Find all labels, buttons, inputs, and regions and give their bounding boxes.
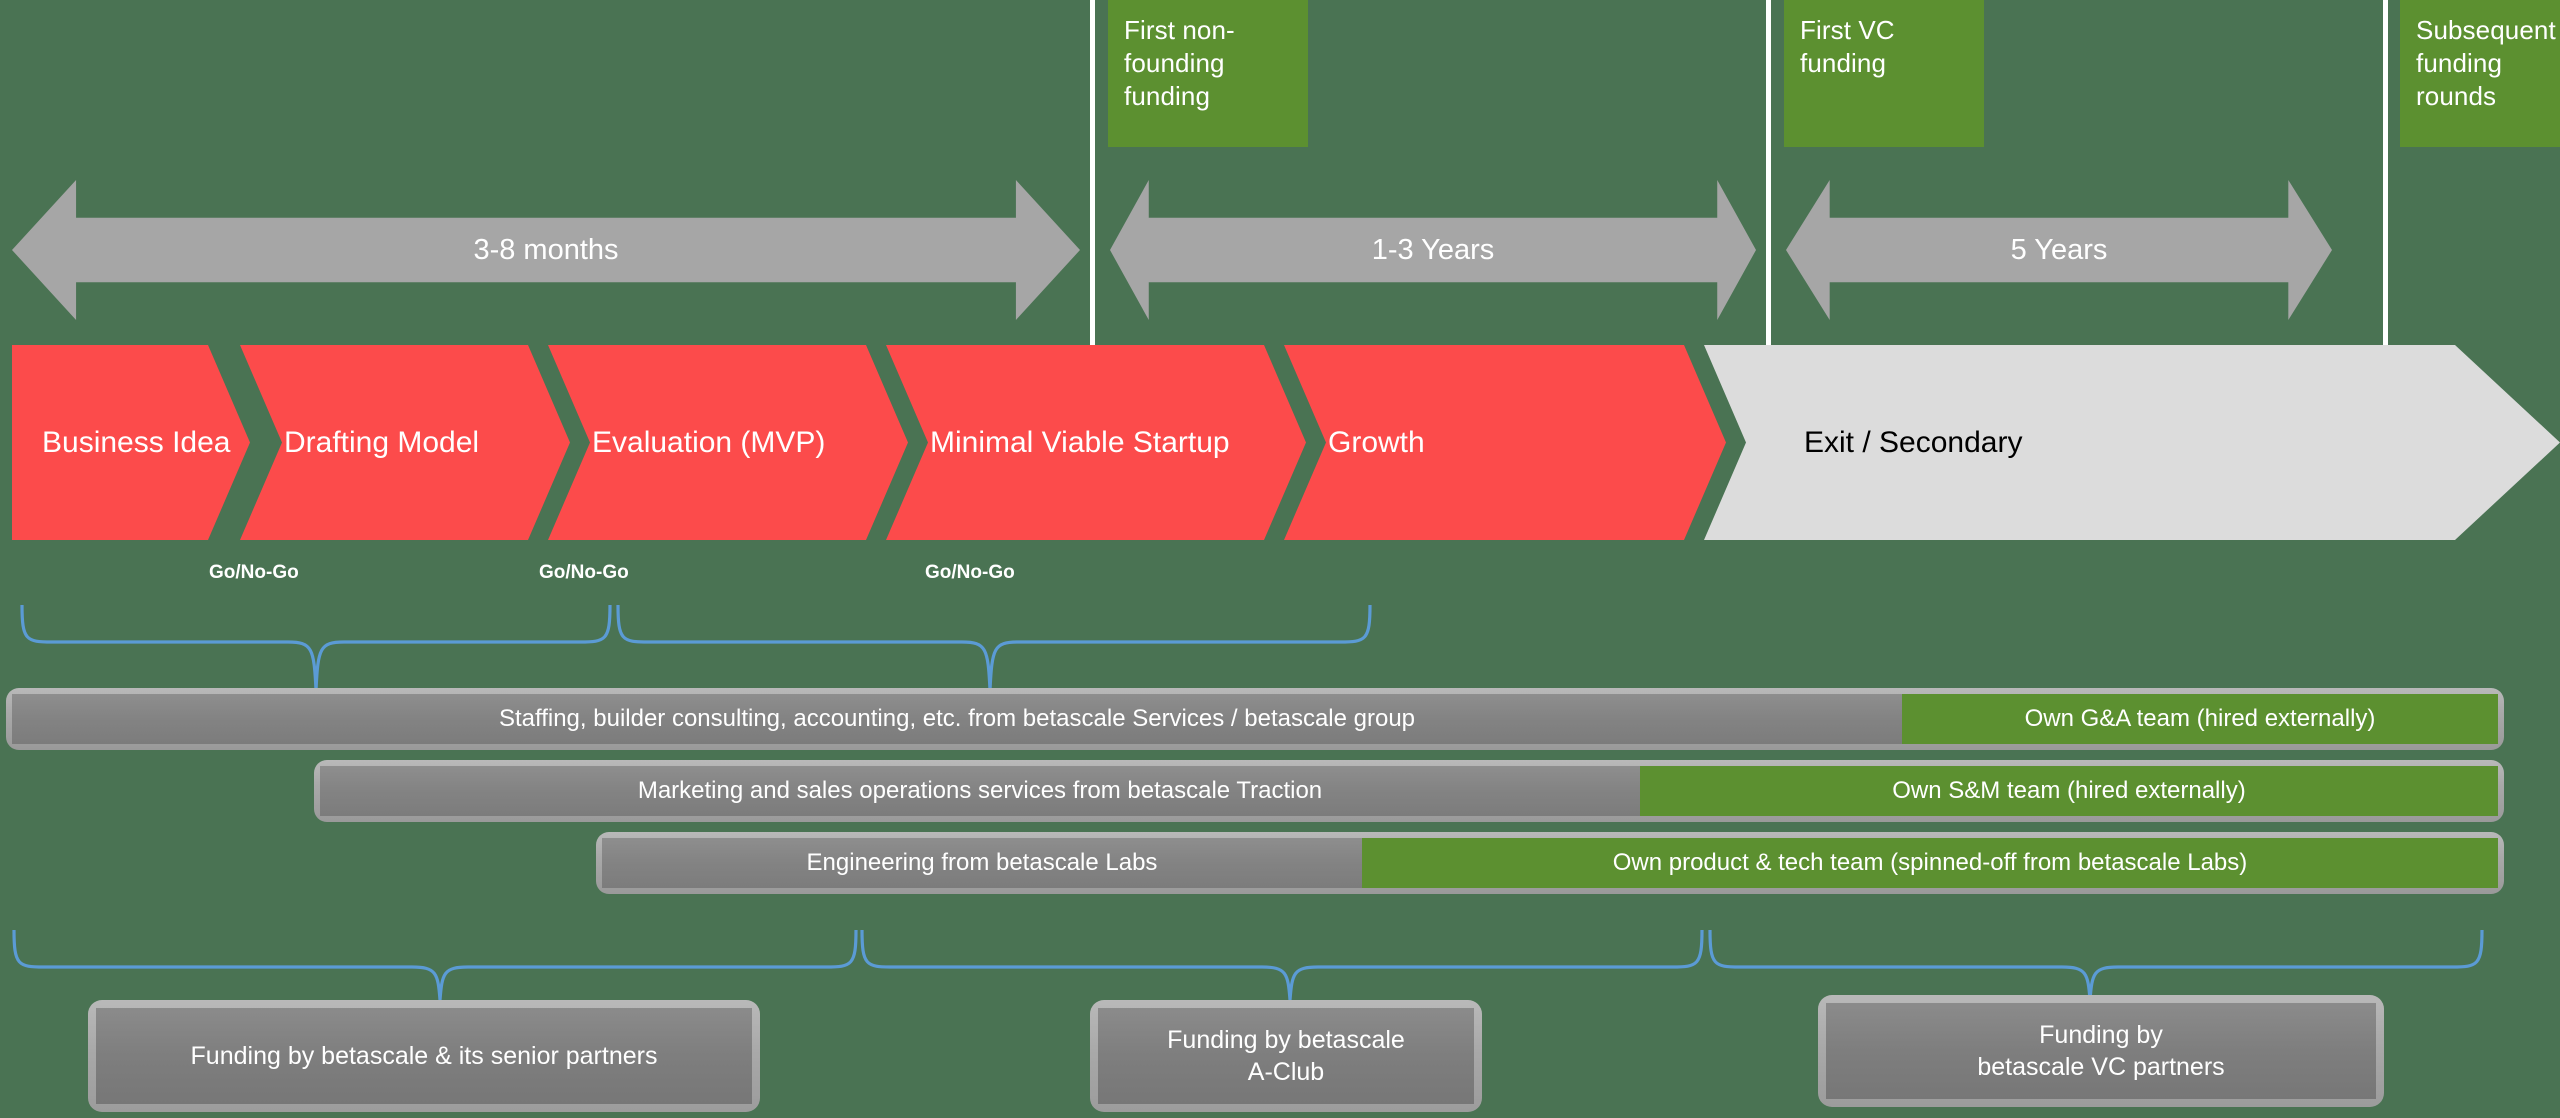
phase-separator-1 <box>1090 0 1095 350</box>
brace-lower-2 <box>860 929 1704 1001</box>
gate-text: Go/No-Go <box>539 562 629 583</box>
service-provided-ga[interactable]: Staffing, builder consulting, accounting… <box>12 694 1902 744</box>
gate-label-2: Go/No-Go <box>539 562 629 584</box>
funding-box-label: Funding by betascale VC partners <box>1977 1021 2225 1081</box>
duration-arrow-3: 5 Years <box>1786 180 2332 320</box>
funding-box-label: Funding by betascale A-Club <box>1167 1026 1405 1086</box>
funding-box-inner: Funding by betascale & its senior partne… <box>96 1008 752 1104</box>
brace-lower-1 <box>12 929 858 1001</box>
service-row-ga: Staffing, builder consulting, accounting… <box>6 688 2504 750</box>
brace-upper-2 <box>616 604 1372 691</box>
funding-box-inner: Funding by betascale VC partners <box>1826 1003 2376 1099</box>
stage-label: Business Idea <box>42 425 231 459</box>
stage-label: Exit / Secondary <box>1804 425 2023 459</box>
brace-lower-3 <box>1708 929 2484 1001</box>
duration-label: 5 Years <box>2010 233 2108 266</box>
service-own-label: Own G&A team (hired externally) <box>2024 705 2376 732</box>
stage-label: Evaluation (MVP) <box>592 425 826 459</box>
service-own-ga[interactable]: Own G&A team (hired externally) <box>1902 694 2498 744</box>
funding-box-label: Funding by betascale & its senior partne… <box>190 1042 658 1070</box>
milestone-first-non-founding-funding: First non-founding funding <box>1108 0 1308 147</box>
stage-minimal-viable-startup[interactable]: Minimal Viable Startup <box>886 345 1306 540</box>
stage-label: Minimal Viable Startup <box>930 425 1230 459</box>
service-provided-label: Marketing and sales operations services … <box>637 777 1323 804</box>
service-provided-tech[interactable]: Engineering from betascale Labs <box>602 838 1362 888</box>
milestone-first-vc-funding: First VC funding <box>1784 0 1984 147</box>
stage-label: Growth <box>1328 425 1425 459</box>
service-provided-label: Staffing, builder consulting, accounting… <box>498 705 1416 732</box>
gate-text: Go/No-Go <box>925 562 1015 583</box>
service-row-tech: Engineering from betascale Labs Own prod… <box>596 832 2504 894</box>
service-own-tech[interactable]: Own product & tech team (spinned-off fro… <box>1362 838 2498 888</box>
phase-separator-2 <box>1766 0 1771 350</box>
milestone-subsequent-funding-rounds: Subsequent funding rounds <box>2400 0 2560 147</box>
stage-label: Drafting Model <box>284 425 480 459</box>
brace-upper-1 <box>20 604 612 691</box>
phase-separator-3 <box>2383 0 2388 350</box>
funding-box-a-club[interactable]: Funding by betascale A-Club <box>1090 1000 1482 1112</box>
funding-box-senior-partners[interactable]: Funding by betascale & its senior partne… <box>88 1000 760 1112</box>
service-own-label: Own product & tech team (spinned-off fro… <box>1612 849 2248 876</box>
stage-exit-secondary[interactable]: Exit / Secondary <box>1704 345 2560 540</box>
stage-drafting-model[interactable]: Drafting Model <box>240 345 570 540</box>
diagram-canvas: First non-founding funding First VC fund… <box>0 0 2560 1118</box>
gate-label-1: Go/No-Go <box>209 562 299 584</box>
duration-arrow-2: 1-3 Years <box>1110 180 1756 320</box>
stage-evaluation-mvp[interactable]: Evaluation (MVP) <box>548 345 908 540</box>
duration-label: 3-8 months <box>473 233 619 266</box>
duration-arrow-1: 3-8 months <box>12 180 1080 320</box>
funding-box-inner: Funding by betascale A-Club <box>1098 1008 1474 1104</box>
funding-box-vc-partners[interactable]: Funding by betascale VC partners <box>1818 995 2384 1107</box>
service-own-sm[interactable]: Own S&M team (hired externally) <box>1640 766 2498 816</box>
service-row-sm: Marketing and sales operations services … <box>314 760 2504 822</box>
gate-text: Go/No-Go <box>209 562 299 583</box>
stage-business-idea[interactable]: Business Idea <box>12 345 250 540</box>
milestone-label: Subsequent funding rounds <box>2416 15 2556 111</box>
gate-label-3: Go/No-Go <box>925 562 1015 584</box>
service-provided-sm[interactable]: Marketing and sales operations services … <box>320 766 1640 816</box>
milestone-label: First non-founding funding <box>1124 15 1235 111</box>
stage-growth[interactable]: Growth <box>1284 345 1726 540</box>
service-own-label: Own S&M team (hired externally) <box>1892 777 2246 804</box>
duration-label: 1-3 Years <box>1371 233 1495 266</box>
service-provided-label: Engineering from betascale Labs <box>806 849 1158 876</box>
brace-layer <box>12 604 2484 1001</box>
milestone-label: First VC funding <box>1800 15 1895 78</box>
